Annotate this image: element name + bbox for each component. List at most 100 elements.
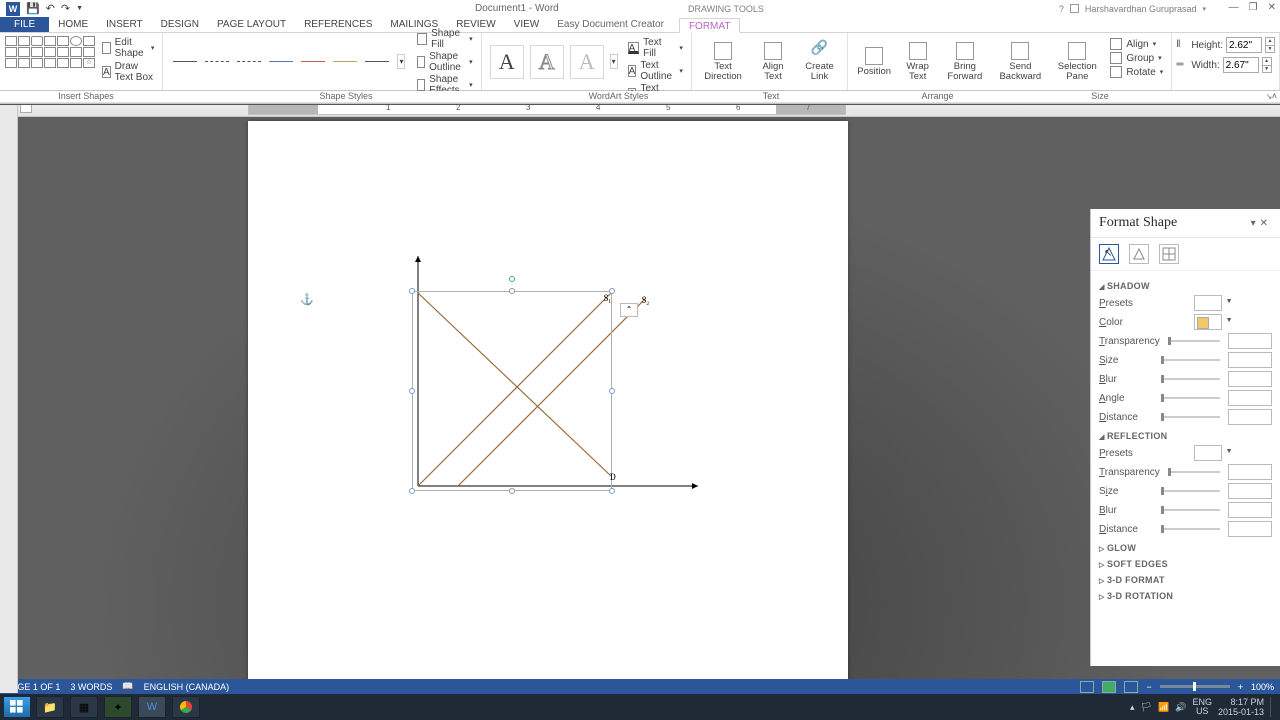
tab-format[interactable]: FORMAT — [679, 18, 740, 33]
tray-action-center-icon[interactable]: 🏳 — [1141, 702, 1152, 713]
qat-customize-icon[interactable]: ▼ — [76, 5, 83, 12]
edit-shape-button[interactable]: Edit Shape▾ — [102, 37, 154, 59]
handle-nw[interactable] — [409, 288, 415, 294]
handle-w[interactable] — [409, 388, 415, 394]
tab-view[interactable]: VIEW — [505, 17, 549, 32]
text-direction-button[interactable]: Text Direction — [696, 35, 750, 88]
zoom-level[interactable]: 100% — [1251, 682, 1274, 692]
reflection-blur-input[interactable] — [1228, 502, 1272, 518]
section-3d-format[interactable]: 3-D FORMAT — [1099, 575, 1272, 585]
minimize-icon[interactable]: — — [1229, 2, 1239, 13]
bring-forward-button[interactable]: Bring Forward — [939, 35, 990, 88]
section-soft-edges[interactable]: SOFT EDGES — [1099, 559, 1272, 569]
reflection-presets-picker[interactable] — [1194, 445, 1222, 461]
handle-n[interactable] — [509, 288, 515, 294]
reflection-transparency-slider[interactable] — [1168, 471, 1220, 473]
tray-network-icon[interactable]: 📶 — [1158, 702, 1169, 713]
height-input[interactable] — [1226, 37, 1262, 53]
horizontal-ruler[interactable]: 1 2 3 4 5 6 7 — [248, 105, 846, 115]
tab-insert[interactable]: INSERT — [97, 17, 152, 32]
layout-options-icon[interactable]: ⌃ — [620, 303, 638, 317]
section-shadow[interactable]: SHADOW — [1099, 281, 1272, 291]
wordart-gallery[interactable]: AAA ▾ — [486, 35, 622, 88]
shadow-angle-input[interactable] — [1228, 390, 1272, 406]
wrap-text-button[interactable]: Wrap Text — [898, 35, 937, 88]
shadow-color-picker[interactable] — [1194, 314, 1222, 330]
zoom-in-icon[interactable]: + — [1238, 682, 1243, 692]
word-count[interactable]: 3 WORDS — [70, 682, 112, 692]
reflection-distance-slider[interactable] — [1161, 528, 1220, 530]
section-3d-rotation[interactable]: 3-D ROTATION — [1099, 591, 1272, 601]
start-button[interactable] — [4, 697, 30, 717]
shadow-presets-picker[interactable] — [1194, 295, 1222, 311]
shape-fill-button[interactable]: Shape Fill▾ — [417, 28, 472, 50]
redo-icon[interactable]: ↷ — [61, 2, 70, 15]
reflection-size-slider[interactable] — [1161, 490, 1220, 492]
shadow-distance-slider[interactable] — [1161, 416, 1220, 418]
shadow-transparency-input[interactable] — [1228, 333, 1272, 349]
pane-close-icon[interactable]: ✕ — [1260, 218, 1272, 229]
print-layout-icon[interactable] — [1102, 681, 1116, 693]
reflection-transparency-input[interactable] — [1228, 464, 1272, 480]
shadow-size-input[interactable] — [1228, 352, 1272, 368]
undo-icon[interactable]: ↶ — [46, 2, 55, 15]
shadow-blur-slider[interactable] — [1161, 378, 1220, 380]
height-spinner[interactable]: ▲▼ — [1265, 37, 1275, 53]
page[interactable]: ⚓ — [248, 121, 848, 681]
ruler-corner[interactable] — [20, 105, 32, 113]
section-glow[interactable]: GLOW — [1099, 543, 1272, 553]
selection-box[interactable] — [412, 291, 612, 491]
zoom-out-icon[interactable]: − — [1146, 682, 1151, 692]
taskbar-chrome[interactable] — [172, 696, 200, 718]
reflection-blur-slider[interactable] — [1161, 509, 1220, 511]
taskbar-apps[interactable]: ▦ — [70, 696, 98, 718]
dialog-launcher-icon[interactable]: ↘ — [1264, 92, 1274, 102]
handle-e[interactable] — [609, 388, 615, 394]
taskbar-app-1[interactable]: ✦ — [104, 696, 132, 718]
web-layout-icon[interactable] — [1124, 681, 1138, 693]
group-button[interactable]: Group▾ — [1110, 51, 1163, 65]
shape-gallery[interactable]: ☆ — [4, 35, 96, 88]
handle-se[interactable] — [609, 488, 615, 494]
selection-pane-button[interactable]: Selection Pane — [1050, 35, 1104, 88]
proofing-icon[interactable]: 📖 — [122, 681, 133, 692]
fullscreen-icon[interactable] — [1070, 4, 1079, 13]
gallery-more-icon[interactable]: ▾ — [610, 54, 618, 69]
language-indicator[interactable]: ENGLISH (CANADA) — [144, 682, 230, 692]
tray-expand-icon[interactable]: ▴ — [1130, 702, 1135, 713]
handle-sw[interactable] — [409, 488, 415, 494]
zoom-slider[interactable] — [1160, 685, 1230, 688]
restore-icon[interactable]: ❐ — [1249, 2, 1258, 13]
shadow-blur-input[interactable] — [1228, 371, 1272, 387]
tray-date[interactable]: 2015-01-13 — [1218, 707, 1264, 717]
draw-text-box-button[interactable]: ADraw Text Box — [102, 61, 154, 83]
reflection-distance-input[interactable] — [1228, 521, 1272, 537]
pane-options-icon[interactable]: ▾ — [1251, 218, 1260, 229]
save-icon[interactable]: 💾 — [26, 2, 40, 15]
tray-time[interactable]: 8:17 PM — [1218, 697, 1264, 707]
sync-icon[interactable]: ? — [1059, 4, 1064, 14]
show-desktop[interactable] — [1270, 697, 1276, 717]
tray-volume-icon[interactable]: 🔊 — [1175, 702, 1186, 713]
reflection-size-input[interactable] — [1228, 483, 1272, 499]
shadow-transparency-slider[interactable] — [1168, 340, 1220, 342]
tray-region[interactable]: US — [1192, 707, 1212, 716]
create-link-button[interactable]: 🔗Create Link — [796, 35, 843, 88]
position-button[interactable]: Position — [852, 35, 896, 88]
tab-easy-document-creator[interactable]: Easy Document Creator — [548, 17, 673, 32]
text-outline-button[interactable]: AText Outline▾ — [628, 60, 683, 82]
tab-home[interactable]: HOME — [49, 17, 97, 32]
rotate-button[interactable]: Rotate▾ — [1110, 65, 1163, 79]
shadow-distance-input[interactable] — [1228, 409, 1272, 425]
text-fill-button[interactable]: AText Fill▾ — [628, 37, 683, 59]
tab-page-layout[interactable]: PAGE LAYOUT — [208, 17, 295, 32]
section-reflection[interactable]: REFLECTION — [1099, 431, 1272, 441]
user-name[interactable]: Harshavardhan Guruprasad — [1085, 4, 1197, 14]
handle-s[interactable] — [509, 488, 515, 494]
shape-outline-button[interactable]: Shape Outline▾ — [417, 51, 472, 73]
taskbar-word[interactable]: W — [138, 696, 166, 718]
gallery-more-icon[interactable]: ▾ — [397, 54, 405, 69]
taskbar-explorer[interactable]: 📁 — [36, 696, 64, 718]
close-icon[interactable]: ✕ — [1268, 2, 1276, 13]
read-mode-icon[interactable] — [1080, 681, 1094, 693]
